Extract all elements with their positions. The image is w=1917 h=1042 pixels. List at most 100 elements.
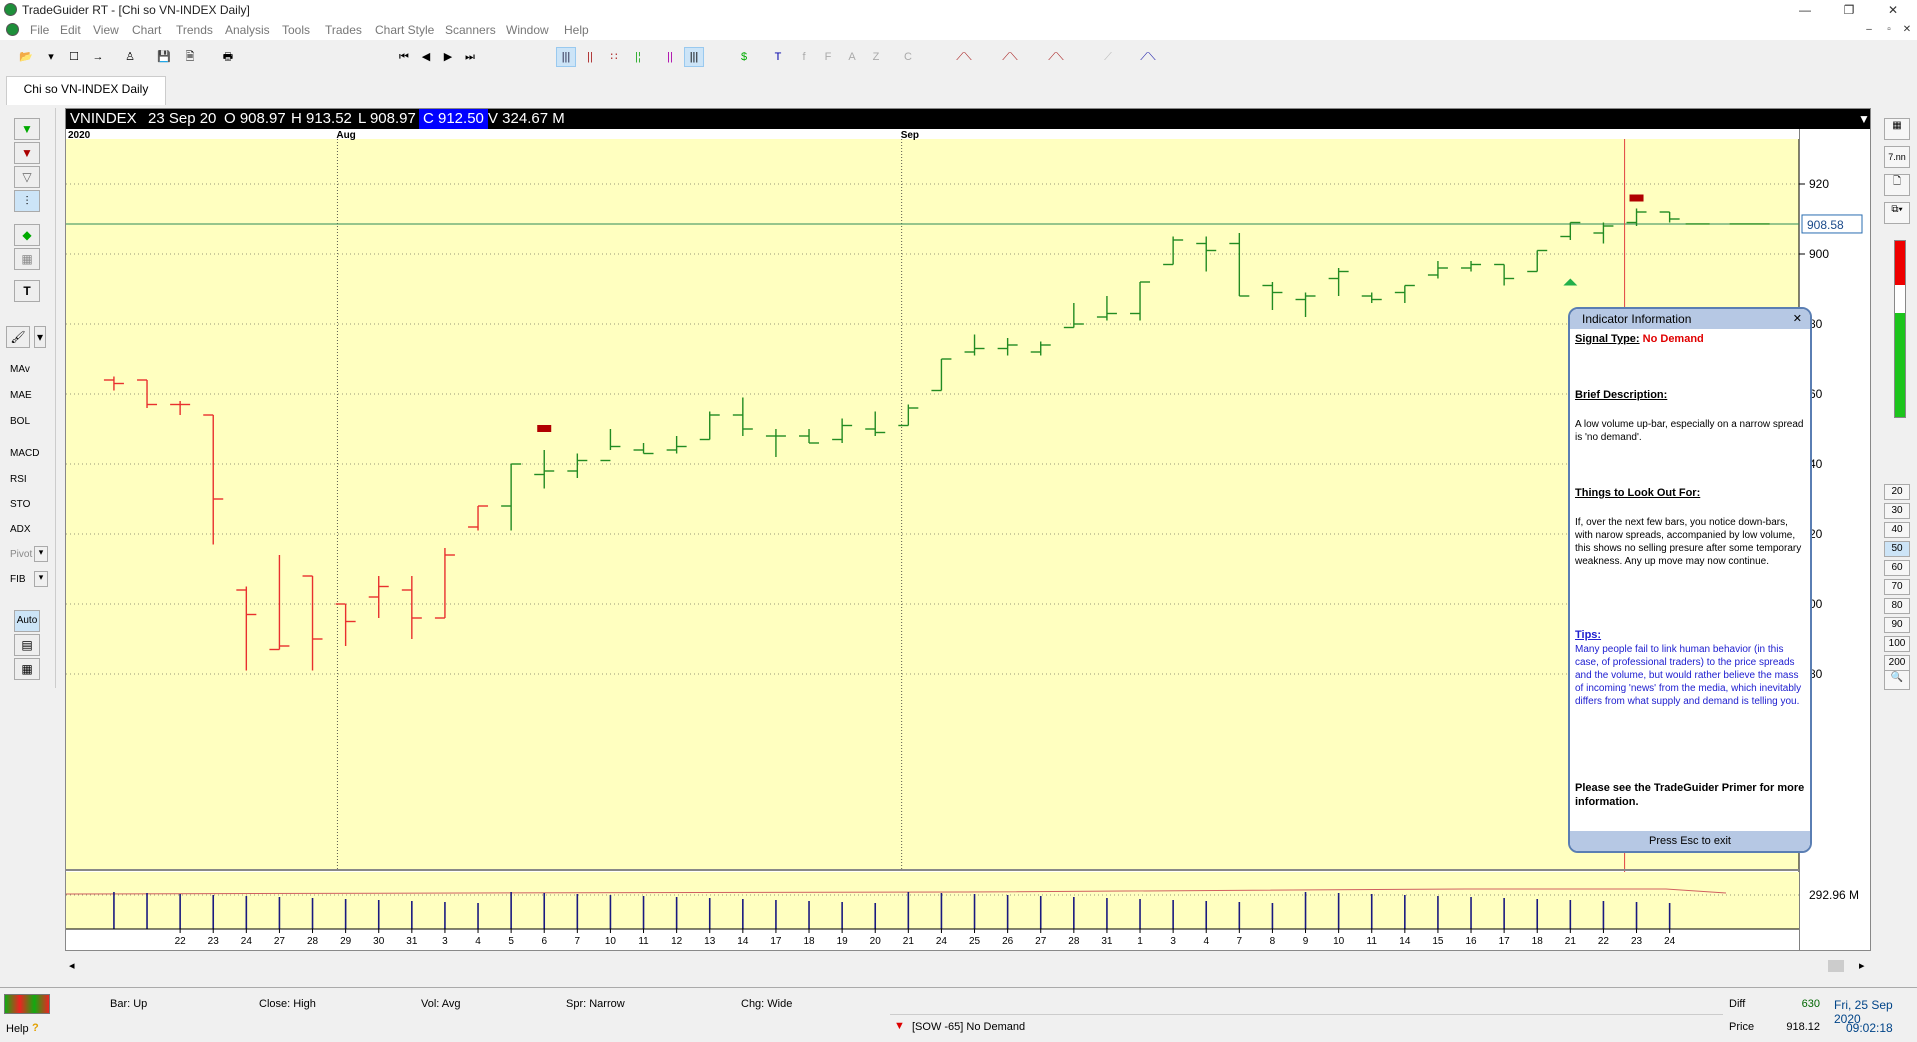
- indicator-fib[interactable]: FIB: [10, 574, 26, 585]
- zoom-level-70[interactable]: 70: [1884, 579, 1910, 595]
- bar-chart-style-icon[interactable]: |||: [556, 47, 576, 67]
- save-icon[interactable]: 💾: [154, 47, 174, 67]
- fan-tool-icon[interactable]: F: [818, 47, 838, 67]
- auto-scale-button[interactable]: Auto: [14, 610, 40, 632]
- text-tool-left[interactable]: T: [14, 280, 40, 302]
- help-question-icon[interactable]: ?: [32, 1022, 39, 1034]
- menu-file[interactable]: File: [30, 23, 49, 37]
- indicator-macd[interactable]: MACD: [10, 448, 39, 459]
- multi-line-icon[interactable]: ⟋⟍: [1134, 47, 1162, 67]
- menu-help[interactable]: Help: [564, 23, 589, 37]
- zoom-level-30[interactable]: 30: [1884, 503, 1910, 519]
- fib-tool-icon[interactable]: f: [794, 47, 814, 67]
- diamond-marker-icon[interactable]: ◆: [14, 224, 40, 246]
- dropdown-arrow-icon[interactable]: ▾: [44, 47, 58, 67]
- restore-button[interactable]: ❐: [1832, 0, 1866, 20]
- trend-line-icon[interactable]: ⟋⟍: [944, 47, 984, 67]
- child-restore-button[interactable]: ▫: [1880, 20, 1898, 40]
- scroll-left-icon[interactable]: ◂: [69, 959, 75, 972]
- indicator-bol[interactable]: BOL: [10, 416, 30, 427]
- zoom-level-100[interactable]: 100: [1884, 636, 1910, 652]
- new-chart-icon[interactable]: ☐: [64, 47, 84, 67]
- channel-line-icon[interactable]: ⟋⟍: [990, 47, 1030, 67]
- zoom-level-80[interactable]: 80: [1884, 598, 1910, 614]
- zoom-icon[interactable]: 🔍: [1884, 670, 1910, 690]
- menu-chart[interactable]: Chart: [132, 23, 161, 37]
- scroll-right-icon[interactable]: ▸: [1859, 959, 1865, 972]
- dollar-icon[interactable]: $: [734, 47, 754, 67]
- help-label[interactable]: Help: [6, 1023, 29, 1035]
- zoom-level-20[interactable]: 20: [1884, 484, 1910, 500]
- calendar-view-icon[interactable]: ▦: [14, 658, 40, 680]
- indicator-adx[interactable]: ADX: [10, 524, 31, 535]
- header-dropdown-icon[interactable]: ▼: [1858, 109, 1870, 129]
- menu-analysis[interactable]: Analysis: [225, 23, 270, 37]
- grid-marker-icon[interactable]: ▦: [14, 248, 40, 270]
- menu-tools[interactable]: Tools: [282, 23, 310, 37]
- zoom-level-60[interactable]: 60: [1884, 560, 1910, 576]
- lock-icon[interactable]: ♙: [120, 47, 140, 67]
- page-icon[interactable]: 🗋: [1884, 174, 1910, 196]
- indicator-rsi[interactable]: RSI: [10, 474, 27, 485]
- open-folder-icon[interactable]: 📂: [16, 47, 36, 67]
- menu-scanners[interactable]: Scanners: [445, 23, 496, 37]
- time-format-button[interactable]: 7.nn: [1884, 146, 1910, 168]
- hlc-bars-icon[interactable]: ||: [660, 47, 680, 67]
- copy-dropdown-icon[interactable]: ⧉▾: [1884, 202, 1910, 224]
- cycle-tool-icon[interactable]: C: [898, 47, 918, 67]
- data-table-icon[interactable]: ▦: [1884, 118, 1910, 140]
- first-bar-icon[interactable]: ⏮: [394, 47, 414, 67]
- filter-icon[interactable]: ▽: [14, 166, 40, 188]
- child-close-button[interactable]: ✕: [1898, 20, 1916, 40]
- candle-chart-icon[interactable]: ||: [580, 47, 600, 67]
- tab-chart[interactable]: Chi so VN-INDEX Daily: [6, 76, 166, 105]
- menu-chart-style[interactable]: Chart Style: [375, 23, 434, 37]
- indicator-pivot[interactable]: Pivot: [10, 549, 32, 560]
- print-icon[interactable]: 🖶: [218, 47, 238, 67]
- child-minimize-button[interactable]: –: [1860, 20, 1878, 40]
- arrow-right-icon[interactable]: →: [88, 47, 108, 67]
- horizontal-scrollbar[interactable]: ◂ ▸: [65, 957, 1871, 975]
- color-grid-icon[interactable]: [4, 994, 50, 1014]
- minimize-button[interactable]: —: [1788, 0, 1822, 20]
- indicator-info-popup: Indicator Information ✕ Signal Type: No …: [1568, 307, 1812, 853]
- arc-tool-icon[interactable]: A: [842, 47, 862, 67]
- paint-dropdown-icon[interactable]: ▾: [34, 326, 46, 348]
- menu-trades[interactable]: Trades: [325, 23, 362, 37]
- indicator-mae[interactable]: MAE: [10, 390, 32, 401]
- x-tick-label-24: 25: [969, 936, 981, 947]
- pivot-dropdown-icon[interactable]: ▾: [34, 546, 48, 562]
- scroll-thumb[interactable]: [1828, 960, 1844, 972]
- save-as-icon[interactable]: 🗎: [180, 47, 200, 67]
- buy-signal-icon[interactable]: ▼: [14, 118, 40, 140]
- prev-bar-icon[interactable]: ◀: [416, 47, 436, 67]
- menu-trends[interactable]: Trends: [176, 23, 213, 37]
- indicator-sto[interactable]: STO: [10, 499, 30, 510]
- volume-bars-icon[interactable]: |||: [684, 47, 704, 67]
- last-bar-icon[interactable]: ⏭: [460, 47, 480, 67]
- close-window-button[interactable]: ✕: [1876, 0, 1910, 20]
- price-panel-bg: [66, 129, 1799, 869]
- menu-window[interactable]: Window: [506, 23, 549, 37]
- colored-bars-icon[interactable]: |¦: [628, 47, 648, 67]
- disabled-line-icon[interactable]: ⟋: [1094, 47, 1122, 67]
- text-tool-icon[interactable]: T: [768, 47, 788, 67]
- fib-dropdown-icon[interactable]: ▾: [34, 571, 48, 587]
- time-zone-icon[interactable]: Z: [866, 47, 886, 67]
- next-bar-icon[interactable]: ▶: [438, 47, 458, 67]
- popup-footer[interactable]: Press Esc to exit: [1570, 831, 1810, 851]
- zoom-level-200[interactable]: 200: [1884, 655, 1910, 671]
- bar-select-icon[interactable]: ⫶: [14, 190, 40, 212]
- zoom-level-50[interactable]: 50: [1884, 541, 1910, 557]
- sell-signal-icon[interactable]: ▼: [14, 142, 40, 164]
- popup-close-icon[interactable]: ✕: [1793, 309, 1802, 329]
- regression-line-icon[interactable]: ⟋⟍: [1036, 47, 1076, 67]
- menu-view[interactable]: View: [93, 23, 119, 37]
- paint-tool-icon[interactable]: 🖌: [6, 326, 30, 348]
- table-view-icon[interactable]: ▤: [14, 634, 40, 656]
- point-figure-icon[interactable]: ∷: [604, 47, 624, 67]
- indicator-mav[interactable]: MAv: [10, 364, 30, 375]
- zoom-level-90[interactable]: 90: [1884, 617, 1910, 633]
- zoom-level-40[interactable]: 40: [1884, 522, 1910, 538]
- menu-edit[interactable]: Edit: [60, 23, 81, 37]
